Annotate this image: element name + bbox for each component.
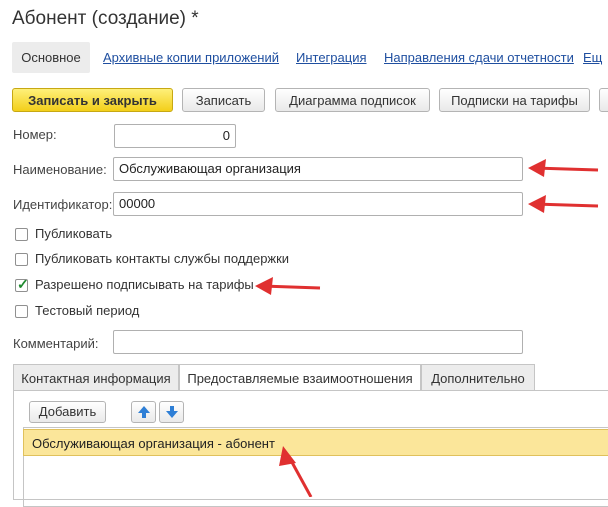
publish-support-checkbox[interactable] [15, 253, 28, 266]
tab-contact-info[interactable]: Контактная информация [13, 364, 179, 391]
tab-integration[interactable]: Интеграция [296, 42, 367, 73]
tab-reporting-directions[interactable]: Направления сдачи отчетности [384, 42, 574, 73]
save-button[interactable]: Записать [182, 88, 265, 112]
tariff-subscriptions-button[interactable]: Подписки на тарифы [439, 88, 590, 112]
identifier-field[interactable]: 00000 [113, 192, 523, 216]
name-label: Наименование: [13, 162, 107, 177]
more-toolbar-button[interactable] [599, 88, 608, 112]
number-label: Номер: [13, 127, 57, 142]
checkmark-icon: ✓ [17, 276, 29, 292]
tab-relationships[interactable]: Предоставляемые взаимоотношения [179, 364, 421, 392]
list-item[interactable]: Обслуживающая организация - абонент [23, 429, 608, 456]
move-up-button[interactable] [131, 401, 156, 423]
tab-additional[interactable]: Дополнительно [421, 364, 535, 391]
publish-support-label: Публиковать контакты службы поддержки [35, 251, 290, 266]
publish-label: Публиковать [35, 226, 113, 241]
arrow-up-icon [137, 406, 150, 418]
publish-checkbox[interactable] [15, 228, 28, 241]
allow-tariffs-checkbox[interactable]: ✓ [15, 276, 29, 292]
test-period-checkbox[interactable] [15, 305, 28, 318]
arrow-to-allow-tariffs [255, 277, 321, 295]
test-period-label: Тестовый период [35, 303, 140, 318]
tab-archive-copies[interactable]: Архивные копии приложений [103, 42, 279, 73]
tab-main[interactable]: Основное [12, 42, 90, 73]
subscription-diagram-button[interactable]: Диаграмма подписок [275, 88, 430, 112]
tab-more[interactable]: Ещ [583, 42, 602, 73]
add-button[interactable]: Добавить [29, 401, 106, 423]
comment-label: Комментарий: [13, 336, 99, 351]
allow-tariffs-label: Разрешено подписывать на тарифы [35, 277, 254, 292]
move-down-button[interactable] [159, 401, 184, 423]
name-field[interactable]: Обслуживающая организация [113, 157, 523, 181]
save-and-close-button[interactable]: Записать и закрыть [12, 88, 173, 112]
window-title: Абонент (создание) * [12, 8, 199, 29]
arrow-to-name-field [528, 159, 599, 177]
identifier-label: Идентификатор: [13, 197, 113, 212]
arrow-down-icon [165, 406, 178, 418]
comment-field[interactable] [113, 330, 523, 354]
arrow-to-identifier-field [528, 195, 599, 213]
number-field[interactable]: 0 [114, 124, 236, 148]
